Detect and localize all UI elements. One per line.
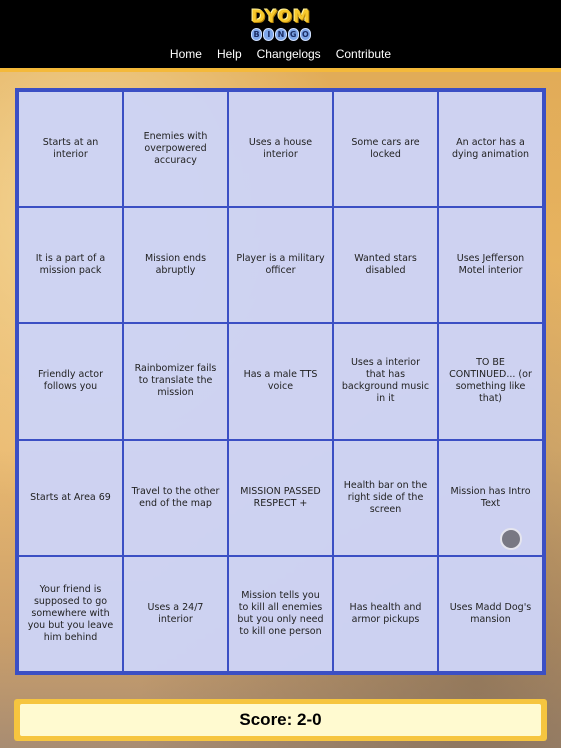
bingo-board: Starts at an interior Enemies with overp…	[15, 88, 546, 675]
nav-contribute-link[interactable]: Contribute	[336, 45, 391, 63]
bingo-cell[interactable]: Friendly actor follows you	[18, 323, 123, 440]
logo-letter: G	[287, 28, 299, 41]
bingo-cell[interactable]: Has health and armor pickups	[333, 555, 438, 672]
bingo-cell[interactable]: Uses a house interior	[228, 91, 333, 208]
bingo-cell[interactable]: Starts at an interior	[18, 91, 123, 208]
bingo-cell[interactable]: Enemies with overpowered accuracy	[123, 91, 228, 208]
bingo-cell[interactable]: An actor has a dying animation	[438, 91, 543, 208]
bingo-cell[interactable]: Your friend is supposed to go somewhere …	[18, 555, 123, 672]
site-header: DYOM B I N G O Home Help Changelogs Cont…	[0, 0, 561, 68]
logo-subtitle: B I N G O	[251, 28, 312, 41]
logo-wordmark: DYOM	[251, 7, 311, 27]
bingo-cell[interactable]: Mission ends abruptly	[123, 207, 228, 324]
header-accent-bar	[0, 68, 561, 72]
bingo-cell[interactable]: Mission tells you to kill all enemies bu…	[228, 555, 333, 672]
main-nav: Home Help Changelogs Contribute	[0, 45, 561, 63]
bingo-cell[interactable]: Health bar on the right side of the scre…	[333, 439, 438, 556]
bingo-cell[interactable]: Uses Jefferson Motel interior	[438, 207, 543, 324]
logo-letter: N	[275, 28, 287, 41]
bingo-cell[interactable]: Uses Madd Dog's mansion	[438, 555, 543, 672]
nav-changelogs-link[interactable]: Changelogs	[257, 45, 321, 63]
bingo-cell[interactable]: Uses a 24/7 interior	[123, 555, 228, 672]
bingo-cell[interactable]: TO BE CONTINUED... (or something like th…	[438, 323, 543, 440]
bingo-cell[interactable]: Rainbomizer fails to translate the missi…	[123, 323, 228, 440]
score-bar: Score: 2-0	[14, 699, 547, 741]
bingo-cell[interactable]: Travel to the other end of the map	[123, 439, 228, 556]
nav-help-link[interactable]: Help	[217, 45, 242, 63]
bingo-cell[interactable]: MISSION PASSED RESPECT +	[228, 439, 333, 556]
logo-letter: B	[251, 28, 263, 41]
bingo-cell[interactable]: It is a part of a mission pack	[18, 207, 123, 324]
bingo-cell[interactable]: Player is a military officer	[228, 207, 333, 324]
bingo-cell[interactable]: Has a male TTS voice	[228, 323, 333, 440]
bingo-cell[interactable]: Starts at Area 69	[18, 439, 123, 556]
cursor-indicator	[500, 528, 522, 550]
logo-letter: I	[263, 28, 275, 41]
logo-letter: O	[299, 28, 312, 41]
nav-home-link[interactable]: Home	[170, 45, 202, 63]
score-display: Score: 2-0	[20, 704, 541, 736]
bingo-cell[interactable]: Mission has Intro Text	[438, 439, 543, 556]
bingo-cell[interactable]: Uses a interior that has background musi…	[333, 323, 438, 440]
bingo-cell[interactable]: Some cars are locked	[333, 91, 438, 208]
bingo-cell[interactable]: Wanted stars disabled	[333, 207, 438, 324]
site-logo[interactable]: DYOM B I N G O	[251, 7, 312, 41]
